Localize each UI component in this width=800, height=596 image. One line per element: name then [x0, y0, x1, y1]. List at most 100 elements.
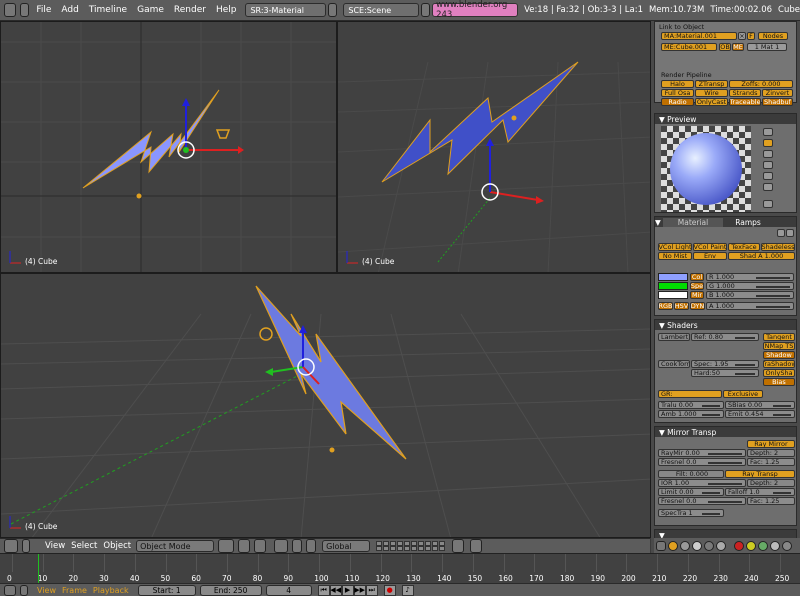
ray-transp-button[interactable]: Ray Transp — [725, 470, 795, 478]
onlyshadow-button[interactable]: OnlySha — [763, 369, 795, 377]
fac-tra-slider[interactable]: Fac: 1.25 — [747, 497, 795, 505]
hsv-mode-button[interactable]: HSV — [674, 302, 689, 310]
ztransp-button[interactable]: ZTransp — [695, 80, 728, 88]
render-view-icon[interactable] — [470, 539, 483, 553]
viewport-bottom[interactable]: (4) Cube — [0, 273, 651, 538]
onlycast-button[interactable]: OnlyCast — [695, 98, 728, 106]
halo-button[interactable]: Halo — [661, 80, 694, 88]
color-swatch-spe[interactable] — [658, 282, 688, 290]
mode-select[interactable]: Object Mode — [136, 540, 215, 552]
shaders-header[interactable]: ▼ Shaders — [655, 320, 796, 330]
editor-type-button[interactable] — [4, 539, 18, 553]
link-me-button[interactable]: ME — [732, 43, 744, 51]
layer-button[interactable] — [432, 546, 439, 551]
menu-object[interactable]: Object — [100, 541, 134, 551]
screen-select[interactable]: SR:3-Material — [245, 3, 327, 17]
shad-alpha-field[interactable]: Shad A 1.000 — [728, 252, 795, 260]
dyn-button[interactable]: DYN — [690, 302, 705, 310]
preview-refresh-button[interactable] — [763, 200, 773, 208]
vcol-light-button[interactable]: VCol Light — [658, 243, 692, 251]
env-button[interactable]: Env — [693, 252, 727, 260]
limit-slider[interactable]: Limit 0.00 — [658, 488, 724, 496]
raymir-slider[interactable]: RayMir 0.00 — [658, 449, 746, 457]
zinvert-button[interactable]: Zinvert — [762, 89, 793, 97]
fac-mir-slider[interactable]: Fac: 1.25 — [747, 458, 795, 466]
ray-mirror-button[interactable]: Ray Mirror — [747, 440, 795, 448]
preview-cube-button[interactable] — [763, 150, 773, 158]
viewport-top-left[interactable]: (4) Cube — [0, 21, 337, 273]
layer-button[interactable] — [397, 546, 404, 551]
rgb-mode-button[interactable]: RGB — [658, 302, 673, 310]
preview-hair-button[interactable] — [763, 172, 773, 180]
blue-slider[interactable]: B 1.000 — [706, 291, 794, 299]
strands-button[interactable]: Strands — [729, 89, 761, 97]
paste-material-button[interactable] — [786, 229, 794, 237]
vcol-paint-button[interactable]: VCol Paint — [693, 243, 727, 251]
filt-field[interactable]: Filt: 0.000 — [658, 470, 724, 478]
menu-select[interactable]: Select — [68, 541, 100, 551]
nodes-button[interactable]: Nodes — [758, 32, 788, 40]
object-context-icon[interactable] — [704, 540, 714, 551]
fresnel-mir-slider[interactable]: Fresnel 0.0 — [658, 458, 746, 466]
link-ob-button[interactable]: OB — [719, 43, 731, 51]
falloff-slider[interactable]: Falloff 1.0 — [725, 488, 795, 496]
current-frame-field[interactable]: 4 — [265, 584, 312, 596]
exclusive-button[interactable]: Exclusive — [723, 390, 763, 398]
shadeless-button[interactable]: Shadeless — [761, 243, 795, 251]
timeline-collapse-button[interactable] — [20, 584, 28, 596]
tralu-slider[interactable]: Tralu 0.00 — [658, 401, 724, 409]
lamp-context-icon[interactable] — [746, 540, 756, 551]
timeline[interactable]: 0 10 20 30 40 50 60 70 80 90 100 110 120 130 140 150 160… — [0, 553, 800, 584]
manipulator-translate-button[interactable] — [292, 539, 303, 553]
play-button[interactable]: ▶ — [341, 584, 354, 596]
preview-flat-button[interactable] — [763, 128, 773, 136]
layer-button[interactable] — [411, 546, 418, 551]
shading-context-icon[interactable] — [692, 540, 702, 551]
menu-add[interactable]: Add — [56, 5, 83, 15]
buttons-editor-button[interactable] — [656, 540, 666, 551]
sbias-slider[interactable]: SBias 0.00 — [725, 401, 795, 409]
spec-slider[interactable]: Spec: 1.95 — [691, 360, 759, 368]
mesh-name-field[interactable]: ME:Cube.001 — [661, 43, 717, 51]
radio-context-icon[interactable] — [770, 540, 780, 551]
col-button[interactable]: Col — [690, 273, 704, 281]
scene-close-button[interactable] — [421, 3, 431, 17]
script-context-icon[interactable] — [680, 540, 690, 551]
editing-context-icon[interactable] — [716, 540, 726, 551]
tab-ramps[interactable]: Ramps — [723, 218, 773, 227]
menu-view[interactable]: View — [34, 586, 59, 595]
layer-button[interactable] — [439, 546, 446, 551]
header-collapse-button[interactable] — [22, 539, 30, 553]
menu-timeline[interactable]: Timeline — [84, 5, 132, 15]
traceable-button[interactable]: Traceable — [729, 98, 761, 106]
collapse-menu-button[interactable] — [20, 3, 30, 17]
menu-help[interactable]: Help — [211, 5, 242, 15]
orientation-select[interactable]: Global — [322, 540, 371, 552]
manipulator-hand-icon[interactable] — [274, 539, 289, 553]
layer-button[interactable] — [383, 546, 390, 551]
ref-slider[interactable]: Ref: 0.80 — [691, 333, 759, 341]
menu-view[interactable]: View — [42, 541, 68, 551]
hard-slider[interactable]: Hard:50 — [691, 369, 759, 377]
lock-icon[interactable] — [452, 539, 465, 553]
mir-button[interactable]: Mir — [690, 291, 704, 299]
color-swatch-mir[interactable] — [658, 291, 688, 299]
scene-select[interactable]: SCE:Scene — [343, 3, 420, 17]
shadbuf-button[interactable]: Shadbuf — [762, 98, 793, 106]
nmap-ts-button[interactable]: NMap TS — [763, 342, 795, 350]
mirror-transp-header[interactable]: ▼ Mirror Transp — [655, 427, 796, 437]
trashadow-button[interactable]: TraShadow — [763, 360, 795, 368]
texface-button[interactable]: TexFace — [728, 243, 760, 251]
jump-end-button[interactable]: ⏭ — [365, 584, 378, 596]
menu-game[interactable]: Game — [132, 5, 169, 15]
spec-shader-select[interactable]: CookTorr — [658, 360, 690, 368]
spectra-slider[interactable]: SpecTra 1 — [658, 509, 724, 517]
fake-user-button[interactable]: F — [747, 32, 755, 40]
menu-frame[interactable]: Frame — [59, 586, 90, 595]
viewport-top-right[interactable]: (4) Cube — [337, 21, 651, 273]
mirror-depth-field[interactable]: Depth: 2 — [747, 449, 795, 457]
record-button[interactable]: ● — [383, 584, 396, 596]
sound-icon[interactable]: ♪ — [401, 584, 414, 596]
material-context-icon[interactable] — [734, 540, 744, 551]
bias-button[interactable]: Bias — [763, 378, 795, 386]
